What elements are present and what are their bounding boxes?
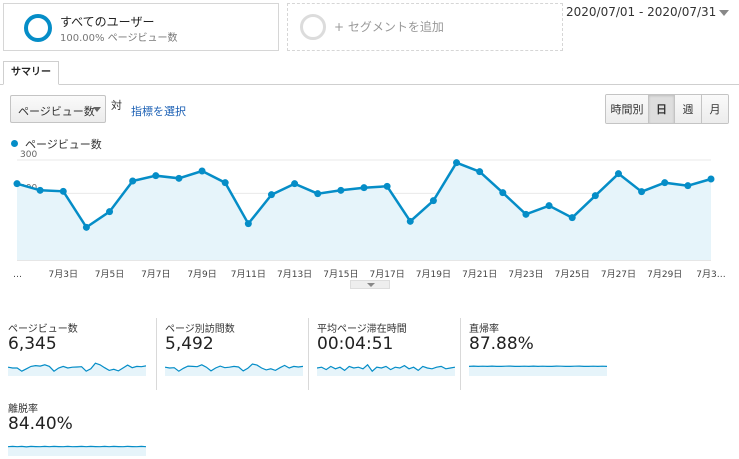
x-tick-label: 7月27日 (601, 269, 636, 280)
metric-sparkline (317, 363, 455, 376)
data-point[interactable] (337, 186, 345, 194)
x-tick-label: 7月3日 (49, 269, 78, 280)
add-segment-label: + セグメントを追加 (334, 20, 444, 34)
metric-value: 87.88% (469, 334, 534, 354)
x-tick-label: 7月7日 (141, 269, 170, 280)
metric-name: ページ別訪問数 (165, 324, 235, 335)
period-day-button[interactable]: 日 (649, 95, 675, 123)
data-point[interactable] (522, 210, 530, 218)
data-point[interactable] (13, 180, 21, 188)
data-point[interactable] (383, 182, 391, 190)
data-point[interactable] (545, 202, 553, 210)
metric-value: 00:04:51 (317, 334, 394, 354)
data-point[interactable] (591, 192, 599, 200)
metric-tile[interactable]: 直帰率 87.88% (460, 318, 608, 390)
x-tick-label: 7月19日 (416, 269, 451, 280)
data-point[interactable] (106, 208, 114, 216)
metric-value: 5,492 (165, 334, 214, 354)
metric-tile[interactable]: ページ別訪問数 5,492 (156, 318, 304, 390)
data-point[interactable] (429, 197, 437, 205)
legend-dot-icon (11, 140, 18, 147)
sparkline-line (8, 445, 146, 448)
metric-value: 6,345 (8, 334, 57, 354)
data-point[interactable] (175, 174, 183, 182)
data-point[interactable] (360, 184, 368, 192)
data-point[interactable] (661, 179, 669, 187)
sparkline-area (8, 446, 146, 456)
metric-name: ページビュー数 (8, 324, 78, 335)
x-tick-label: 7月5日 (95, 269, 124, 280)
x-tick-label: 7月15日 (323, 269, 358, 280)
period-hourly-button[interactable]: 時間別 (606, 95, 649, 123)
metric-sparkline (8, 362, 146, 376)
metric-name: 直帰率 (469, 324, 499, 335)
chart-resize-caret-icon (367, 283, 375, 287)
data-point[interactable] (684, 182, 692, 190)
metric-sparkline (8, 445, 146, 456)
data-point[interactable] (568, 214, 576, 222)
metric-select-caret-icon (93, 107, 101, 112)
data-point[interactable] (406, 217, 414, 225)
tab-divider (0, 84, 739, 85)
y-tick-label: 300 (20, 150, 37, 160)
data-point[interactable] (614, 170, 622, 178)
period-toggle: 時間別 日 週 月 (605, 94, 729, 124)
metric-name: 離脱率 (8, 404, 38, 415)
data-point[interactable] (453, 159, 461, 167)
segment-title: すべてのユーザー (60, 15, 155, 29)
x-tick-label: 7月11日 (231, 269, 266, 280)
x-tick-label: 7月25日 (555, 269, 590, 280)
vs-label: 対 (111, 99, 122, 112)
date-range-picker[interactable]: 2020/07/01 - 2020/07/31 (566, 5, 716, 19)
metric-tile[interactable]: 平均ページ滞在時間 00:04:51 (308, 318, 456, 390)
pageviews-chart: 100200300…7月3日7月5日7月7日7月9日7月11日7月13日7月15… (13, 150, 726, 280)
data-point[interactable] (476, 168, 484, 176)
data-point[interactable] (152, 172, 160, 180)
data-point[interactable] (36, 186, 44, 194)
tab-summary[interactable]: サマリー (3, 61, 59, 85)
x-tick-label: 7月3… (696, 269, 725, 280)
segment-placeholder-ring-icon (300, 14, 326, 40)
sparkline-area (469, 366, 607, 376)
period-week-button[interactable]: 週 (675, 95, 702, 123)
data-point[interactable] (198, 167, 206, 175)
x-tick-label: 7月21日 (462, 269, 497, 280)
x-tick-label: 7月9日 (187, 269, 216, 280)
data-point[interactable] (59, 187, 67, 195)
data-point[interactable] (82, 223, 90, 231)
metric-sparkline (165, 363, 303, 376)
x-tick-label: 7月17日 (370, 269, 405, 280)
period-month-button[interactable]: 月 (702, 95, 728, 123)
x-tick-label: 7月13日 (277, 269, 312, 280)
data-point[interactable] (707, 175, 715, 183)
date-range-dropdown-icon[interactable] (719, 10, 729, 16)
metric-tile[interactable]: ページビュー数 6,345 (0, 318, 148, 390)
metric-select[interactable]: ページビュー数 (10, 95, 106, 123)
metric-sparkline (469, 365, 607, 376)
data-point[interactable] (244, 220, 252, 228)
metric-name: 平均ページ滞在時間 (317, 324, 407, 335)
data-point[interactable] (129, 177, 137, 185)
segment-subtitle: 100.00% ページビュー数 (60, 33, 178, 44)
sparkline-area (8, 363, 146, 376)
metric-tile[interactable]: 離脱率 84.40% (0, 398, 148, 459)
choose-metric-link[interactable]: 指標を選択 (131, 103, 186, 119)
metric-value: 84.40% (8, 414, 73, 434)
data-point[interactable] (221, 179, 229, 187)
data-point[interactable] (499, 189, 507, 197)
x-tick-label: 7月23日 (508, 269, 543, 280)
data-point[interactable] (291, 180, 299, 188)
add-segment-button[interactable]: + セグメントを追加 (287, 3, 563, 51)
x-tick-label: 7月29日 (647, 269, 682, 280)
data-point[interactable] (314, 190, 322, 198)
data-point[interactable] (267, 191, 275, 199)
data-point[interactable] (638, 188, 646, 196)
x-tick-label: … (13, 270, 22, 280)
segment-all-users[interactable]: すべてのユーザー 100.00% ページビュー数 (3, 3, 279, 51)
segment-ring-icon (24, 14, 52, 42)
series-area (17, 162, 711, 260)
